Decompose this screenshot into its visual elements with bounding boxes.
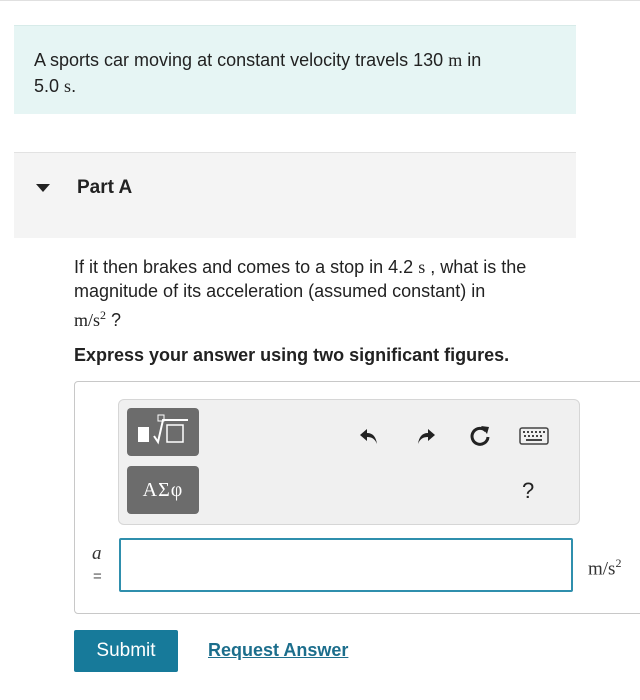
- question-unit-seconds: s: [418, 257, 426, 277]
- answer-input[interactable]: [119, 538, 573, 592]
- top-divider: [0, 0, 640, 1]
- redo-icon[interactable]: [412, 422, 440, 450]
- templates-sqrt-icon[interactable]: [127, 408, 199, 456]
- submit-button[interactable]: Submit: [74, 630, 178, 672]
- keyboard-icon[interactable]: [519, 422, 549, 450]
- greek-symbols-button[interactable]: ΑΣφ: [127, 466, 199, 514]
- part-a-header[interactable]: Part A: [14, 152, 576, 238]
- answer-units: m/s2: [588, 556, 622, 580]
- unit-seconds: s: [64, 76, 72, 96]
- answer-variable: a: [92, 543, 102, 564]
- math-toolbar: ΑΣφ ?: [118, 399, 580, 525]
- request-answer-link[interactable]: Request Answer: [208, 640, 348, 661]
- problem-text: A sports car moving at constant velocity…: [34, 50, 482, 96]
- reset-icon[interactable]: [466, 422, 494, 450]
- collapse-caret-icon[interactable]: [36, 184, 50, 192]
- help-button[interactable]: ?: [522, 478, 534, 504]
- question-text: If it then brakes and comes to a stop in…: [74, 257, 527, 330]
- question-unit: m/s2: [74, 308, 107, 330]
- undo-icon[interactable]: [355, 422, 383, 450]
- part-title: Part A: [77, 177, 133, 198]
- unit-meters: m: [448, 50, 463, 70]
- answer-panel: ΑΣφ ? a = m/s2: [74, 381, 640, 614]
- equals-sign: =: [93, 568, 102, 585]
- problem-statement: A sports car moving at constant velocity…: [14, 25, 576, 114]
- instruction-text: Express your answer using two significan…: [74, 345, 510, 365]
